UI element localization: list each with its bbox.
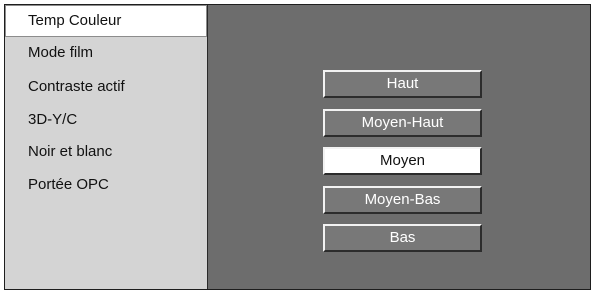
option-bas-button[interactable]: Bas xyxy=(323,224,482,252)
menu-sidebar: Temp Couleur Mode film Contraste actif 3… xyxy=(5,5,208,289)
menu-item-mode-film[interactable]: Mode film xyxy=(5,37,207,69)
option-moyen-button[interactable]: Moyen xyxy=(323,147,482,175)
option-haut-button[interactable]: Haut xyxy=(323,70,482,98)
menu-item-noir-et-blanc[interactable]: Noir et blanc xyxy=(5,136,207,168)
menu-item-3d-yc[interactable]: 3D-Y/C xyxy=(5,104,207,136)
tv-settings-menu: Temp Couleur Mode film Contraste actif 3… xyxy=(4,4,591,290)
menu-item-temp-couleur[interactable]: Temp Couleur xyxy=(5,5,207,37)
option-moyen-bas-button[interactable]: Moyen-Bas xyxy=(323,186,482,214)
menu-item-contraste-actif[interactable]: Contraste actif xyxy=(5,71,207,103)
option-moyen-haut-button[interactable]: Moyen-Haut xyxy=(323,109,482,137)
menu-item-portee-opc[interactable]: Portée OPC xyxy=(5,169,207,201)
